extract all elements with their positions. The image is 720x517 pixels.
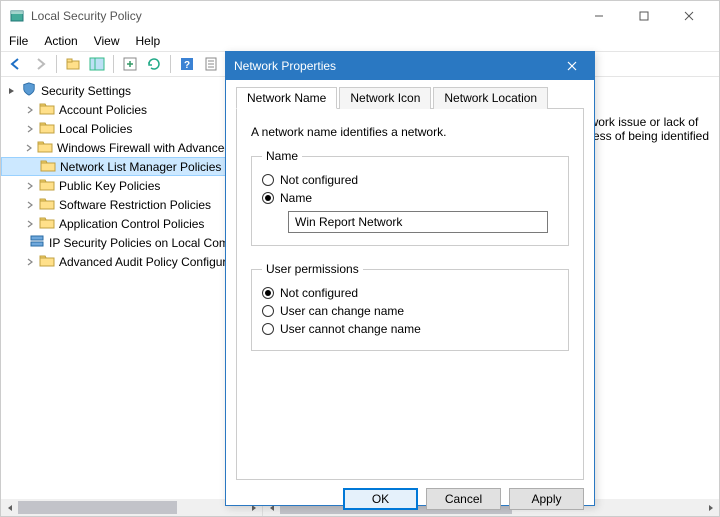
dialog-button-row: OK Cancel Apply xyxy=(226,480,594,517)
toolbar-separator xyxy=(170,55,171,73)
tree-item-label: Public Key Policies xyxy=(59,179,160,193)
folder-icon xyxy=(40,158,56,175)
app-icon xyxy=(9,8,25,24)
dialog-description: A network name identifies a network. xyxy=(251,125,569,139)
tab-network-name[interactable]: Network Name xyxy=(236,87,337,109)
tree-item-label: Local Policies xyxy=(59,122,132,136)
tree-item[interactable]: Network List Manager Policies xyxy=(1,157,262,176)
toolbar-separator xyxy=(113,55,114,73)
radio-icon xyxy=(262,323,274,335)
tree-item[interactable]: IP Security Policies on Local Computer xyxy=(1,233,262,252)
tree-item-label: Network List Manager Policies xyxy=(60,160,221,174)
maximize-button[interactable] xyxy=(621,2,666,30)
scroll-right-icon[interactable] xyxy=(702,499,719,516)
expand-icon[interactable] xyxy=(25,124,35,134)
tree-item[interactable]: Software Restriction Policies xyxy=(1,195,262,214)
tab-pane: A network name identifies a network. Nam… xyxy=(236,108,584,480)
expand-icon[interactable] xyxy=(25,200,35,210)
tree-item-label: Advanced Audit Policy Configuration xyxy=(59,255,252,269)
dialog-close-button[interactable] xyxy=(558,52,586,80)
tree-pane: Security Settings Account Policies Local … xyxy=(1,77,263,516)
radio-icon xyxy=(262,287,274,299)
back-button[interactable] xyxy=(5,53,27,75)
permissions-group: User permissions Not configured User can… xyxy=(251,262,569,351)
radio-label: User cannot change name xyxy=(280,322,421,336)
no-expand-icon xyxy=(26,162,36,172)
tree-item-label: Software Restriction Policies xyxy=(59,198,211,212)
tree-hscrollbar[interactable] xyxy=(1,499,262,516)
tree-item[interactable]: Application Control Policies xyxy=(1,214,262,233)
folder-icon xyxy=(39,177,55,194)
radio-perm-not-configured[interactable]: Not configured xyxy=(262,284,558,302)
permissions-group-legend: User permissions xyxy=(262,262,363,276)
tree-item[interactable]: Public Key Policies xyxy=(1,176,262,195)
server-icon xyxy=(29,234,45,251)
main-window: Local Security Policy File Action View H… xyxy=(0,0,720,517)
radio-perm-can-change[interactable]: User can change name xyxy=(262,302,558,320)
tree-root-label: Security Settings xyxy=(41,84,131,98)
expand-icon[interactable] xyxy=(25,257,35,267)
menu-help[interactable]: Help xyxy=(136,34,161,48)
radio-name-not-configured[interactable]: Not configured xyxy=(262,171,558,189)
radio-perm-cannot-change[interactable]: User cannot change name xyxy=(262,320,558,338)
radio-label: Name xyxy=(280,191,312,205)
up-button[interactable] xyxy=(62,53,84,75)
ok-button[interactable]: OK xyxy=(343,488,418,510)
scroll-left-icon[interactable] xyxy=(1,499,18,516)
shield-icon xyxy=(21,82,37,99)
close-button[interactable] xyxy=(666,2,711,30)
expand-icon[interactable] xyxy=(25,181,35,191)
menu-view[interactable]: View xyxy=(94,34,120,48)
expand-icon[interactable] xyxy=(25,219,35,229)
menu-action[interactable]: Action xyxy=(44,34,77,48)
expand-icon[interactable] xyxy=(25,105,35,115)
menubar: File Action View Help xyxy=(1,31,719,51)
tree-item-label: Account Policies xyxy=(59,103,147,117)
radio-icon xyxy=(262,174,274,186)
window-title: Local Security Policy xyxy=(31,9,576,23)
folder-icon xyxy=(37,139,53,156)
tree-item[interactable]: Advanced Audit Policy Configuration xyxy=(1,252,262,271)
tree-root[interactable]: Security Settings xyxy=(1,81,262,100)
apply-button[interactable]: Apply xyxy=(509,488,584,510)
tree-item[interactable]: Local Policies xyxy=(1,119,262,138)
radio-label: Not configured xyxy=(280,173,358,187)
help-button[interactable]: ? xyxy=(176,53,198,75)
radio-icon xyxy=(262,305,274,317)
radio-name[interactable]: Name xyxy=(262,189,558,207)
tree-item[interactable]: Windows Firewall with Advanced Security xyxy=(1,138,262,157)
folder-icon xyxy=(39,215,55,232)
radio-label: User can change name xyxy=(280,304,404,318)
radio-icon xyxy=(262,192,274,204)
dialog-titlebar[interactable]: Network Properties xyxy=(226,52,594,80)
name-group-legend: Name xyxy=(262,149,302,163)
tab-network-icon[interactable]: Network Icon xyxy=(339,87,431,109)
tree-item[interactable]: Account Policies xyxy=(1,100,262,119)
export-button[interactable] xyxy=(119,53,141,75)
titlebar: Local Security Policy xyxy=(1,1,719,31)
toolbar-separator xyxy=(56,55,57,73)
show-hide-tree-button[interactable] xyxy=(86,53,108,75)
svg-text:?: ? xyxy=(184,60,190,71)
properties-button[interactable] xyxy=(200,53,222,75)
folder-icon xyxy=(39,253,55,270)
network-properties-dialog: Network Properties Network Name Network … xyxy=(225,51,595,506)
cancel-button[interactable]: Cancel xyxy=(426,488,501,510)
folder-icon xyxy=(39,120,55,137)
expand-icon[interactable] xyxy=(25,143,33,153)
network-name-input[interactable] xyxy=(288,211,548,233)
minimize-button[interactable] xyxy=(576,2,621,30)
folder-icon xyxy=(39,101,55,118)
forward-button[interactable] xyxy=(29,53,51,75)
refresh-button[interactable] xyxy=(143,53,165,75)
dialog-tabs: Network Name Network Icon Network Locati… xyxy=(236,87,584,109)
collapse-icon[interactable] xyxy=(7,86,17,96)
radio-label: Not configured xyxy=(280,286,358,300)
folder-icon xyxy=(39,196,55,213)
name-group: Name Not configured Name xyxy=(251,149,569,246)
tab-network-location[interactable]: Network Location xyxy=(433,87,548,109)
tree-item-label: Application Control Policies xyxy=(59,217,204,231)
menu-file[interactable]: File xyxy=(9,34,28,48)
dialog-title-text: Network Properties xyxy=(234,59,336,73)
